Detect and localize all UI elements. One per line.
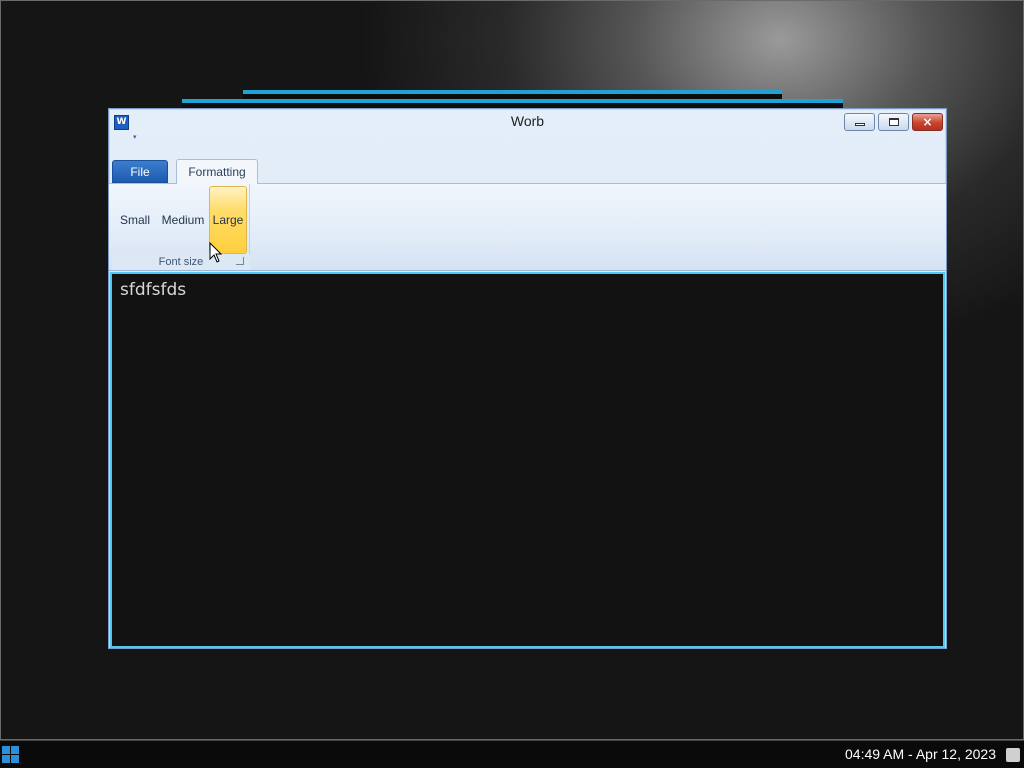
window-title: Worb <box>510 113 545 129</box>
minimize-button[interactable] <box>844 113 875 131</box>
font-size-small-button[interactable]: Small <box>116 186 154 254</box>
start-icon[interactable] <box>2 746 19 763</box>
mouse-cursor-icon <box>209 242 223 263</box>
app-window: W ▾ Worb × File Formatting Small Medium … <box>108 108 947 649</box>
maximize-button[interactable] <box>878 113 909 131</box>
tab-formatting[interactable]: Formatting <box>176 159 258 184</box>
desktop: W ▾ Worb × File Formatting Small Medium … <box>0 0 1024 740</box>
group-label: Font size <box>112 254 250 270</box>
font-size-group: Small Medium Large Font size <box>112 184 250 270</box>
taskbar: 04:49 AM - Apr 12, 2023 <box>0 740 1024 768</box>
tab-file[interactable]: File <box>112 160 168 183</box>
ribbon-tabs: File Formatting <box>109 159 946 184</box>
tray-user-icon[interactable] <box>1006 748 1020 762</box>
close-icon: × <box>922 115 933 129</box>
dialog-launcher-icon[interactable] <box>236 257 244 265</box>
ribbon-panel: Small Medium Large Font size <box>109 184 946 271</box>
title-bar[interactable]: W ▾ Worb × <box>109 109 946 141</box>
document-editor[interactable]: sfdfsfds <box>110 272 945 648</box>
font-size-medium-button[interactable]: Medium <box>158 186 208 254</box>
maximize-icon <box>888 118 899 126</box>
minimize-icon <box>854 123 865 126</box>
quick-access-dropdown-icon[interactable]: ▾ <box>133 133 137 141</box>
document-text[interactable]: sfdfsfds <box>120 280 186 300</box>
taskbar-clock[interactable]: 04:49 AM - Apr 12, 2023 <box>845 746 996 762</box>
close-button[interactable]: × <box>912 113 943 131</box>
